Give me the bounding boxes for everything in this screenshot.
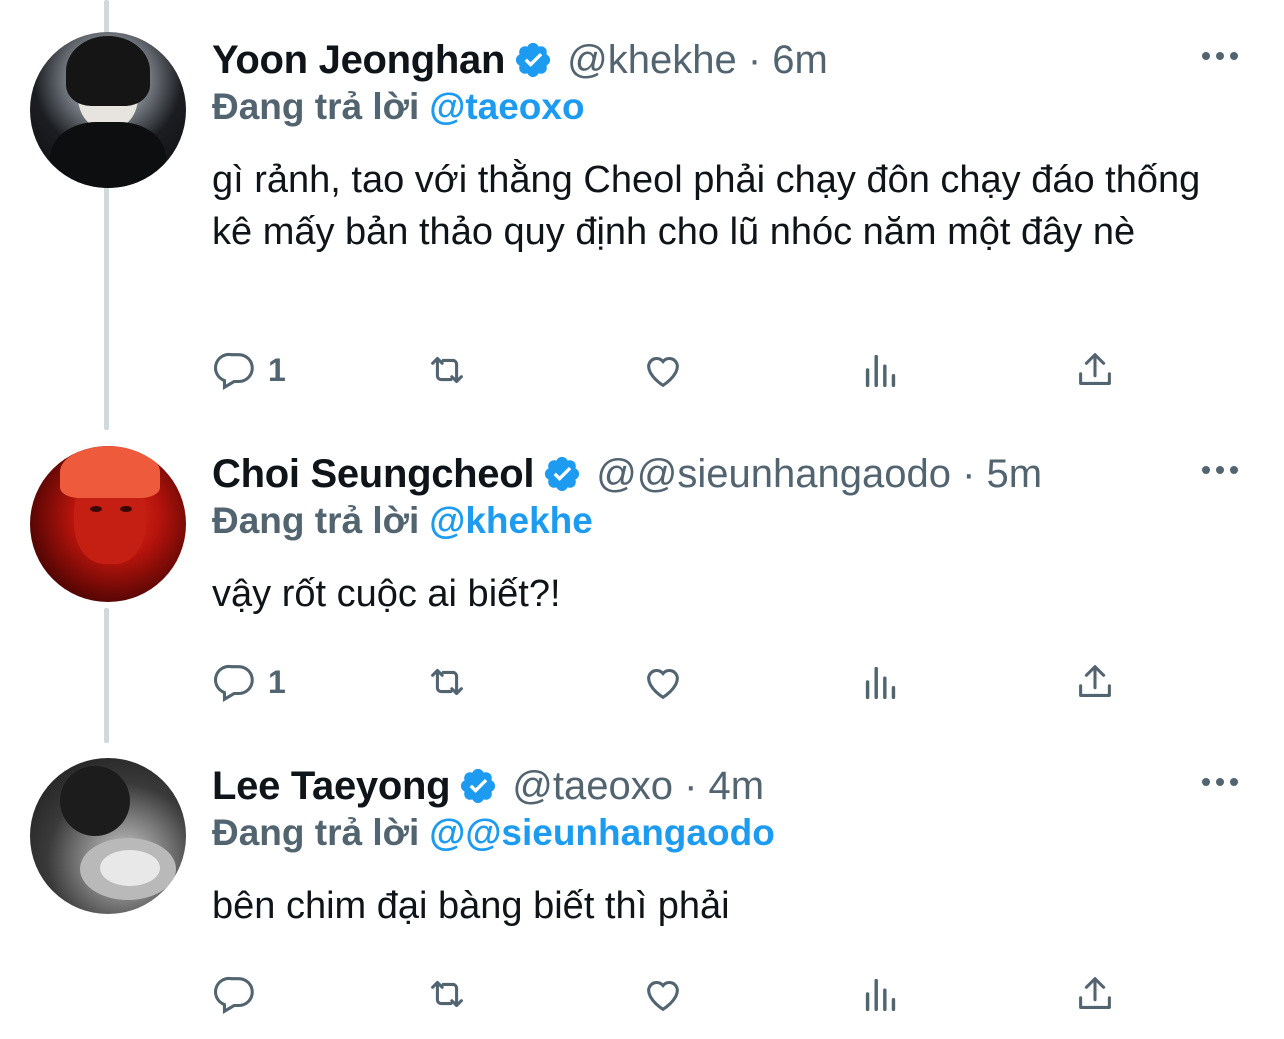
replying-to-label: Đang trả lời bbox=[212, 86, 420, 127]
display-name[interactable]: Choi Seungcheol bbox=[212, 452, 534, 497]
heart-icon bbox=[647, 668, 679, 700]
tweet-header: Choi Seungcheol @@sieunhangaodo · 5m bbox=[212, 446, 1184, 502]
more-dots-icon[interactable] bbox=[1200, 770, 1240, 794]
replying-to: Đang trả lời @@sieunhangaodo bbox=[212, 812, 775, 854]
tweet[interactable]: Lee Taeyong @taeoxo · 4m Đang trả lời @@s… bbox=[0, 758, 1284, 1038]
more-dots-icon[interactable] bbox=[1200, 458, 1240, 482]
tweet-header: Yoon Jeonghan @khekhe · 6m bbox=[212, 32, 1184, 88]
retweet-button[interactable] bbox=[424, 970, 470, 1018]
retweet-button[interactable] bbox=[424, 658, 470, 706]
views-button[interactable] bbox=[858, 658, 904, 706]
display-name[interactable]: Lee Taeyong bbox=[212, 764, 451, 809]
action-bar bbox=[212, 970, 1132, 1018]
tweet[interactable]: Yoon Jeonghan @khekhe · 6m Đang trả lời @… bbox=[0, 32, 1284, 412]
reply-button[interactable] bbox=[212, 970, 268, 1018]
share-upload-icon bbox=[1079, 977, 1111, 1009]
verified-badge-icon bbox=[461, 768, 496, 804]
avatar[interactable] bbox=[30, 446, 186, 602]
retweet-icon bbox=[431, 980, 463, 1008]
verified-badge-icon bbox=[516, 42, 551, 78]
views-button[interactable] bbox=[858, 346, 904, 394]
action-bar: 1 bbox=[212, 658, 1132, 706]
avatar[interactable] bbox=[30, 32, 186, 188]
share-button[interactable] bbox=[1072, 970, 1118, 1018]
share-upload-icon bbox=[1079, 353, 1111, 385]
handle-time[interactable]: @khekhe · 6m bbox=[567, 38, 828, 83]
display-name[interactable]: Yoon Jeonghan bbox=[212, 38, 505, 83]
replying-to: Đang trả lời @taeoxo bbox=[212, 86, 585, 128]
tweet-text: vậy rốt cuộc ai biết?! bbox=[212, 573, 561, 615]
action-bar: 1 bbox=[212, 346, 1132, 394]
analytics-bars-icon bbox=[865, 978, 896, 1012]
reply-button[interactable]: 1 bbox=[212, 346, 286, 394]
retweet-button[interactable] bbox=[424, 346, 470, 394]
share-button[interactable] bbox=[1072, 346, 1118, 394]
retweet-icon bbox=[431, 668, 463, 696]
replying-to-label: Đang trả lời bbox=[212, 812, 420, 853]
retweet-icon bbox=[431, 356, 463, 384]
tweet-text: gì rảnh, tao với thằng Cheol phải chạy đ… bbox=[212, 159, 1201, 253]
mention-link[interactable]: @taeoxo bbox=[429, 86, 584, 127]
verified-badge-icon bbox=[545, 456, 580, 492]
like-button[interactable] bbox=[640, 346, 686, 394]
analytics-bars-icon bbox=[865, 354, 896, 388]
mention-link[interactable]: @@sieunhangaodo bbox=[429, 812, 775, 853]
more-dots-icon[interactable] bbox=[1200, 44, 1240, 68]
mention-link[interactable]: @khekhe bbox=[429, 500, 593, 541]
analytics-bars-icon bbox=[865, 666, 896, 700]
handle-time[interactable]: @taeoxo · 4m bbox=[512, 764, 764, 809]
views-button[interactable] bbox=[858, 970, 904, 1018]
tweet-text: bên chim đại bàng biết thì phải bbox=[212, 885, 730, 927]
replying-to-label: Đang trả lời bbox=[212, 500, 420, 541]
share-upload-icon bbox=[1079, 665, 1111, 697]
avatar[interactable] bbox=[30, 758, 186, 914]
reply-count: 1 bbox=[268, 351, 286, 388]
like-button[interactable] bbox=[640, 658, 686, 706]
heart-icon bbox=[647, 980, 679, 1012]
replying-to: Đang trả lời @khekhe bbox=[212, 500, 593, 542]
reply-button[interactable]: 1 bbox=[212, 658, 286, 706]
like-button[interactable] bbox=[640, 970, 686, 1018]
reply-count: 1 bbox=[268, 663, 286, 700]
reply-bubble-icon bbox=[214, 352, 254, 390]
reply-bubble-icon bbox=[214, 976, 254, 1014]
share-button[interactable] bbox=[1072, 658, 1118, 706]
handle-time[interactable]: @@sieunhangaodo · 5m bbox=[596, 452, 1042, 497]
tweet-header: Lee Taeyong @taeoxo · 4m bbox=[212, 758, 1184, 814]
reply-bubble-icon bbox=[214, 664, 254, 702]
heart-icon bbox=[647, 356, 679, 388]
tweet[interactable]: Choi Seungcheol @@sieunhangaodo · 5m Đan… bbox=[0, 446, 1284, 726]
